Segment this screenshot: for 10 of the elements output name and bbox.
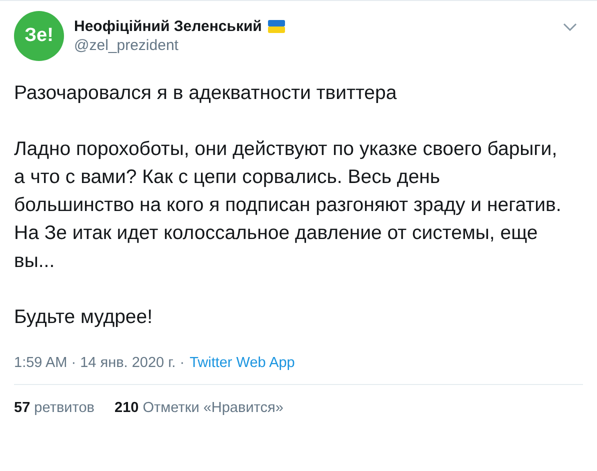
stat-link[interactable]: 210 Отметки «Нравится» [114,400,284,416]
tweet-text: Будьте мудрее! [14,305,154,330]
author-handle[interactable]: @zel_prezident [74,37,553,54]
tweet-text: Разочаровался я в адекватности твиттера [14,81,398,106]
author-name[interactable]: Неофіційний Зеленський [74,18,262,35]
flag-icon [268,20,285,33]
tweet-text: Ладно порохоботы, они действуют по указке своего барыги, а что с вами? Как с цепи сорвались. Весь день большинство на кого я подписан разгоняют зраду и негатив. На Зе итак идет колоссальное давление от системы, еще вы... [14,137,562,274]
stat-link[interactable]: 57 ретвитов [14,400,95,416]
caret-icon[interactable] [563,23,577,31]
timestamp: 1:59 AM · 14 янв. 2020 г. · [14,355,185,371]
